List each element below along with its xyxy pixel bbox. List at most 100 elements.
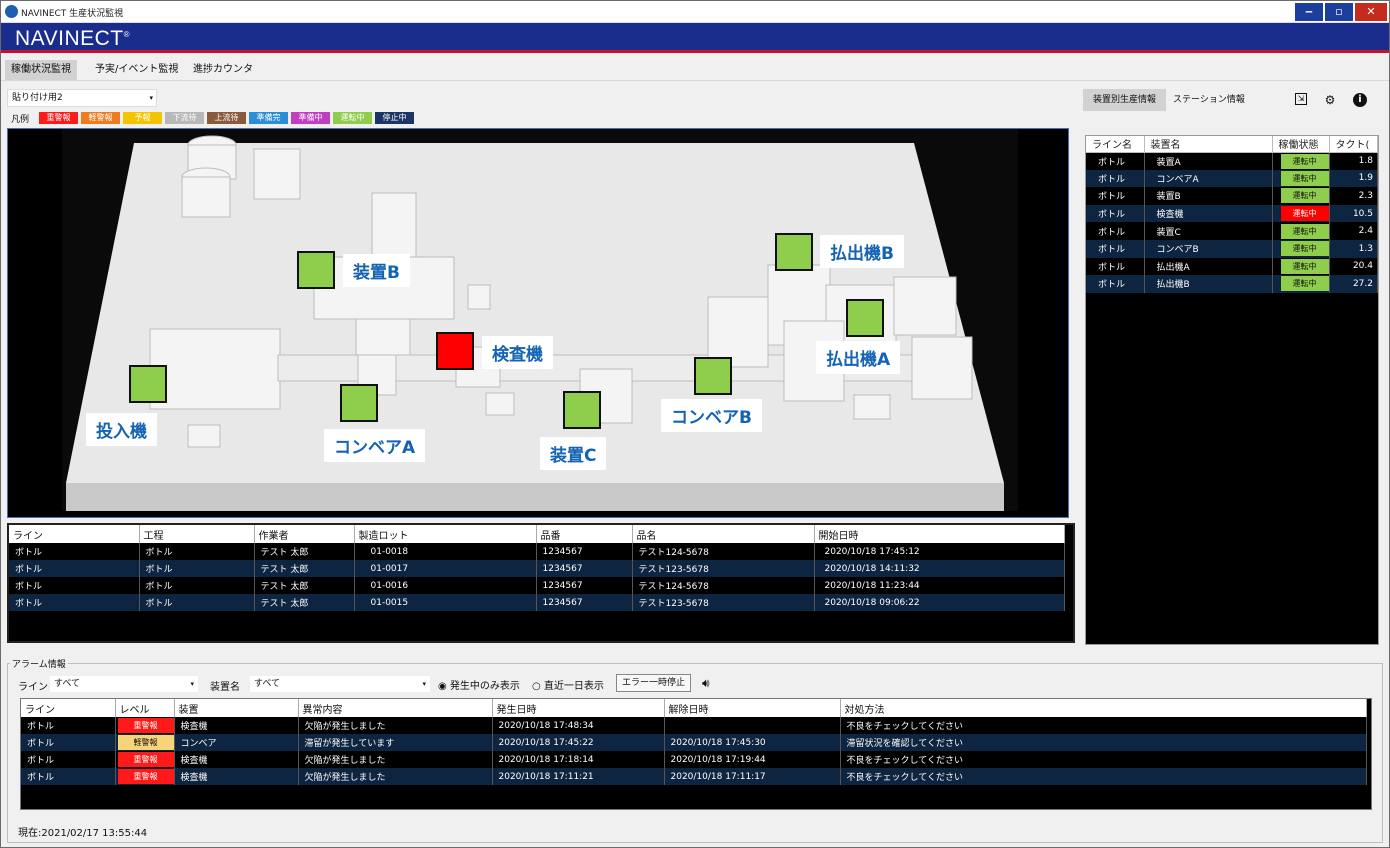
cell-alarm-line: ボトル bbox=[21, 717, 116, 734]
alarm-row[interactable]: ボトル 重警報 検査機 欠陥が発生しました 2020/10/18 17:18:14 202… bbox=[21, 751, 1367, 768]
info-icon[interactable]: i bbox=[1353, 93, 1367, 107]
status-marker-device-c[interactable] bbox=[563, 391, 601, 429]
col-device-name[interactable]: 装置名 bbox=[1144, 136, 1273, 153]
equipment-row[interactable]: ボトル 装置C 運転中 2.4 bbox=[1086, 222, 1378, 240]
logo-text: NAVINECT bbox=[15, 27, 124, 50]
col-alarm-device[interactable]: 装置 bbox=[174, 699, 299, 717]
status-marker-touny[interactable] bbox=[129, 365, 167, 403]
col-part-name[interactable]: 品名 bbox=[632, 525, 815, 543]
status-legend: 凡例 重警報 軽警報 予報 下流待 上流待 準備完 準備中 運転中 停止中 bbox=[11, 111, 415, 125]
cell-alarm-content: 滞留が発生しています bbox=[298, 734, 493, 751]
equipment-row[interactable]: ボトル 検査機 運転中 10.5 bbox=[1086, 204, 1378, 223]
col-alarm-level[interactable]: レベル bbox=[115, 699, 175, 717]
factory-3d-view[interactable]: 投入機 コンベアA 装置B 検査機 装置C コンベアB 払出機B 払出機A bbox=[7, 128, 1069, 518]
alarm-group: アラーム情報 ライン すべて ▾ 装置名 すべて ▾ ◉ 発生中のみ表示 ○ 直… bbox=[7, 657, 1383, 843]
col-takt[interactable]: タクト( bbox=[1329, 136, 1378, 153]
cell-lot: 01-0016 bbox=[354, 577, 537, 594]
equipment-row[interactable]: ボトル コンベアA 運転中 1.9 bbox=[1086, 169, 1378, 188]
cell-part-name: テスト123-5678 bbox=[632, 594, 815, 611]
maximize-button[interactable]: ▫ bbox=[1325, 3, 1353, 21]
alarm-table[interactable]: ライン レベル 装置 異常内容 発生日時 解除日時 対処方法 ボトル 重警報 検査機… bbox=[20, 698, 1372, 810]
cell-device: 装置A bbox=[1144, 152, 1273, 170]
error-pause-button[interactable]: エラー一時停止 bbox=[616, 674, 692, 692]
col-alarm-action[interactable]: 対処方法 bbox=[840, 699, 1367, 717]
status-marker-device-b[interactable] bbox=[297, 251, 335, 289]
cell-alarm-occurred: 2020/10/18 17:18:14 bbox=[492, 751, 665, 768]
tab-plan-event-monitor[interactable]: 予実/イベント監視 bbox=[89, 60, 184, 80]
legend-items: 重警報 軽警報 予報 下流待 上流待 準備完 準備中 運転中 停止中 bbox=[39, 112, 415, 124]
lot-row[interactable]: ボトル ボトル テスト 太郎 01-0017 1234567 テスト123-5678 202… bbox=[9, 560, 1065, 577]
cell-process: ボトル bbox=[139, 577, 255, 594]
equipment-table[interactable]: ライン名 装置名 稼働状態 タクト( ボトル 装置A 運転中 1.8 ボトル コンベアA 運… bbox=[1085, 135, 1379, 645]
cell-device: 払出機A bbox=[1144, 257, 1273, 276]
cell-start-time: 2020/10/18 09:06:22 bbox=[814, 594, 1065, 611]
equipment-row[interactable]: ボトル コンベアB 運転中 1.3 bbox=[1086, 239, 1378, 258]
cell-alarm-occurred: 2020/10/18 17:48:34 bbox=[492, 717, 665, 734]
line-filter-select[interactable]: すべて ▾ bbox=[50, 676, 198, 692]
equipment-row[interactable]: ボトル 払出機A 運転中 20.4 bbox=[1086, 257, 1378, 276]
tab-progress-counter[interactable]: 進捗カウンタ bbox=[187, 60, 259, 80]
col-start-time[interactable]: 開始日時 bbox=[814, 525, 1065, 543]
status-marker-dispenser-b[interactable] bbox=[775, 233, 813, 271]
status-marker-dispenser-a[interactable] bbox=[846, 299, 884, 337]
cell-takt: 10.5 bbox=[1329, 204, 1378, 223]
cell-alarm-action: 不良をチェックしてください bbox=[840, 717, 1367, 734]
radio-last-day[interactable]: ○ 直近一日表示 bbox=[532, 677, 604, 692]
line-filter-label: ライン bbox=[18, 682, 48, 693]
production-lot-table[interactable]: ライン 工程 作業者 製造ロット 品番 品名 開始日時 ボトル ボトル テスト 太郎… bbox=[7, 523, 1075, 643]
cell-worker: テスト 太郎 bbox=[254, 594, 355, 611]
export-icon[interactable]: ⇲ bbox=[1295, 93, 1307, 105]
equipment-row[interactable]: ボトル 装置B 運転中 2.3 bbox=[1086, 187, 1378, 205]
col-line[interactable]: ライン bbox=[9, 525, 140, 543]
col-operating-state[interactable]: 稼働状態 bbox=[1272, 136, 1330, 153]
status-marker-conveyor-a[interactable] bbox=[340, 384, 378, 422]
cell-part-no: 1234567 bbox=[536, 543, 633, 560]
equipment-row[interactable]: ボトル 装置A 運転中 1.8 bbox=[1086, 152, 1378, 170]
legend-item: 上流待 bbox=[207, 112, 247, 124]
state-badge: 運転中 bbox=[1280, 276, 1329, 292]
alarm-row[interactable]: ボトル 重警報 検査機 欠陥が発生しました 2020/10/18 17:48:34 不良を… bbox=[21, 717, 1367, 734]
cell-line: ボトル bbox=[1086, 222, 1145, 240]
status-marker-conveyor-b[interactable] bbox=[694, 357, 732, 395]
col-worker[interactable]: 作業者 bbox=[254, 525, 355, 543]
status-marker-inspector[interactable] bbox=[436, 332, 474, 370]
alarm-row[interactable]: ボトル 重警報 検査機 欠陥が発生しました 2020/10/18 17:11:21 202… bbox=[21, 768, 1367, 785]
gear-icon[interactable]: ⚙ bbox=[1323, 93, 1337, 107]
cell-takt: 1.3 bbox=[1329, 239, 1378, 258]
cell-alarm-content: 欠陥が発生しました bbox=[298, 751, 493, 768]
col-part-no[interactable]: 品番 bbox=[536, 525, 633, 543]
col-alarm-occurred[interactable]: 発生日時 bbox=[492, 699, 665, 717]
speaker-icon[interactable]: 🔊︎ bbox=[702, 676, 710, 691]
equipment-row[interactable]: ボトル 払出機B 運転中 27.2 bbox=[1086, 275, 1378, 293]
cell-line: ボトル bbox=[1086, 275, 1145, 293]
close-button[interactable]: ✕ bbox=[1355, 3, 1387, 21]
alarm-row[interactable]: ボトル 軽警報 コンベア 滞留が発生しています 2020/10/18 17:45:22 2… bbox=[21, 734, 1367, 751]
line-filter-value: すべて bbox=[54, 679, 81, 689]
cell-device: コンベアA bbox=[1144, 169, 1273, 188]
tab-station-info[interactable]: ステーション情報 bbox=[1163, 89, 1255, 111]
lot-row[interactable]: ボトル ボトル テスト 太郎 01-0015 1234567 テスト123-5678 202… bbox=[9, 594, 1065, 611]
chevron-down-icon: ▾ bbox=[149, 94, 153, 102]
state-badge: 運転中 bbox=[1280, 241, 1329, 257]
col-process[interactable]: 工程 bbox=[139, 525, 255, 543]
cell-part-no: 1234567 bbox=[536, 594, 633, 611]
device-filter-select[interactable]: すべて ▾ bbox=[250, 676, 430, 692]
tab-production-by-device[interactable]: 装置別生産情報 bbox=[1083, 89, 1167, 111]
lot-row[interactable]: ボトル ボトル テスト 太郎 01-0018 1234567 テスト124-5678 202… bbox=[9, 543, 1065, 560]
col-alarm-cleared[interactable]: 解除日時 bbox=[664, 699, 841, 717]
col-alarm-content[interactable]: 異常内容 bbox=[298, 699, 493, 717]
cell-takt: 27.2 bbox=[1329, 275, 1378, 293]
minimize-button[interactable]: ‒ bbox=[1295, 3, 1323, 21]
layout-preset-select[interactable]: 貼り付け用2 ▾ bbox=[7, 89, 157, 107]
cell-state: 運転中 bbox=[1272, 204, 1330, 223]
col-alarm-line[interactable]: ライン bbox=[21, 699, 116, 717]
radio-active-only[interactable]: ◉ 発生中のみ表示 bbox=[438, 677, 520, 692]
cell-worker: テスト 太郎 bbox=[254, 543, 355, 560]
col-line-name[interactable]: ライン名 bbox=[1086, 136, 1145, 153]
tank-2 bbox=[181, 176, 231, 218]
cell-part-name: テスト124-5678 bbox=[632, 543, 815, 560]
lot-row[interactable]: ボトル ボトル テスト 太郎 01-0016 1234567 テスト124-5678 202… bbox=[9, 577, 1065, 594]
label-inspector: 検査機 bbox=[482, 336, 553, 369]
tab-operation-monitor[interactable]: 稼働状況監視 bbox=[5, 60, 77, 80]
col-lot[interactable]: 製造ロット bbox=[354, 525, 537, 543]
